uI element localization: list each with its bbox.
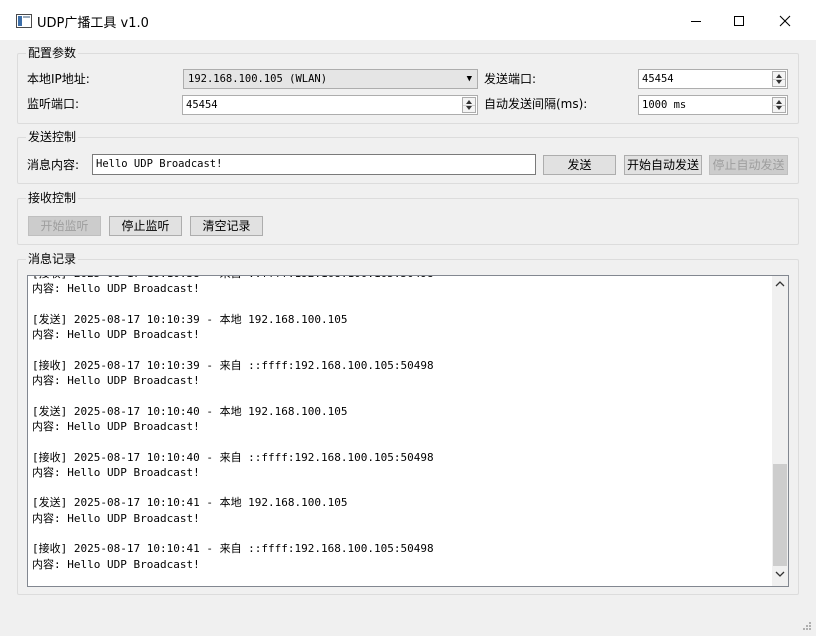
minimize-icon [691,21,701,22]
log-entry: [接收] 2025-08-17 10:10:41 - 来自 ::ffff:192… [32,541,770,572]
vertical-scrollbar[interactable] [772,276,788,586]
log-entry-content: 内容: Hello UDP Broadcast! [32,511,200,525]
log-entry-content: 内容: Hello UDP Broadcast! [32,282,200,296]
start-auto-send-button[interactable]: 开始自动发送 [624,155,702,175]
send-button[interactable]: 发送 [543,155,616,175]
send-group-title: 发送控制 [26,130,79,144]
resize-grip-icon[interactable] [801,620,811,630]
stop-listen-button[interactable]: 停止监听 [109,216,182,236]
close-icon [779,15,791,27]
stop-auto-send-button[interactable]: 停止自动发送 [709,155,788,175]
log-entry-header: [接收] 2025-08-17 10:10:40 - 来自 ::ffff:192… [32,450,434,464]
log-entry: [发送] 2025-08-17 10:10:40 - 本地 192.168.10… [32,404,770,435]
auto-interval-value: 1000 ms [642,99,687,111]
config-group-title: 配置参数 [26,46,79,60]
log-entry-header: [发送] 2025-08-17 10:10:41 - 本地 192.168.10… [32,496,348,510]
auto-interval-spinbox[interactable]: 1000 ms [638,95,788,115]
title-bar: UDP广播工具 v1.0 [0,0,816,40]
scroll-down-icon[interactable] [772,568,788,584]
local-ip-label: 本地IP地址: [27,72,90,86]
chevron-down-icon: ▼ [466,74,472,84]
log-entry: [接收] 2025-08-17 10:10:39 - 来自 ::ffff:192… [32,358,770,389]
message-input[interactable]: Hello UDP Broadcast! [92,154,536,175]
log-entry-header: [接收] 2025-08-17 10:10:39 - 来自 ::ffff:192… [32,358,434,372]
message-log[interactable]: [接收] 2025-08-17 10:10:38 - 来自 ::ffff:192… [27,275,789,587]
listen-port-value: 45454 [186,99,218,111]
log-entry-header: [接收] 2025-08-17 10:10:41 - 来自 ::ffff:192… [32,542,434,556]
spin-arrows-icon[interactable] [772,71,786,87]
listen-port-label: 监听端口: [27,97,80,111]
app-window-icon [16,14,32,28]
message-value: Hello UDP Broadcast! [96,158,223,170]
log-entry-content: 内容: Hello UDP Broadcast! [32,419,200,433]
window-title: UDP广播工具 v1.0 [37,16,149,31]
listen-port-spinbox[interactable]: 45454 [182,95,478,115]
maximize-button[interactable] [716,4,762,40]
spin-arrows-icon[interactable] [462,97,476,113]
clear-log-button[interactable]: 清空记录 [190,216,263,236]
message-log-content: [接收] 2025-08-17 10:10:38 - 来自 ::ffff:192… [32,276,770,586]
scroll-up-icon[interactable] [772,278,788,294]
log-entry: [接收] 2025-08-17 10:10:40 - 来自 ::ffff:192… [32,450,770,481]
log-entry-content: 内容: Hello UDP Broadcast! [32,465,200,479]
log-entry: [发送] 2025-08-17 10:10:39 - 本地 192.168.10… [32,312,770,343]
local-ip-select[interactable]: 192.168.100.105 (WLAN) ▼ [183,69,478,89]
start-listen-button[interactable]: 开始监听 [28,216,101,236]
close-button[interactable] [762,4,808,40]
send-port-value: 45454 [642,73,674,85]
log-entry-header: [发送] 2025-08-17 10:10:40 - 本地 192.168.10… [32,404,348,418]
log-entry-content: 内容: Hello UDP Broadcast! [32,328,200,342]
log-entry-content: 内容: Hello UDP Broadcast! [32,557,200,571]
send-port-label: 发送端口: [484,72,537,86]
log-entry-header: [发送] 2025-08-17 10:10:39 - 本地 192.168.10… [32,312,348,326]
spin-arrows-icon[interactable] [772,97,786,113]
log-entry: [接收] 2025-08-17 10:10:38 - 来自 ::ffff:192… [32,276,770,297]
maximize-icon [734,16,744,26]
send-port-spinbox[interactable]: 45454 [638,69,788,89]
log-entry: [发送] 2025-08-17 10:10:41 - 本地 192.168.10… [32,495,770,526]
receive-group-title: 接收控制 [26,191,79,205]
minimize-button[interactable] [673,4,719,40]
local-ip-value: 192.168.100.105 (WLAN) [188,73,328,85]
scroll-thumb[interactable] [773,464,787,566]
log-group-title: 消息记录 [26,252,79,266]
auto-interval-label: 自动发送间隔(ms): [484,97,588,111]
message-label: 消息内容: [27,158,80,172]
log-entry-content: 内容: Hello UDP Broadcast! [32,374,200,388]
